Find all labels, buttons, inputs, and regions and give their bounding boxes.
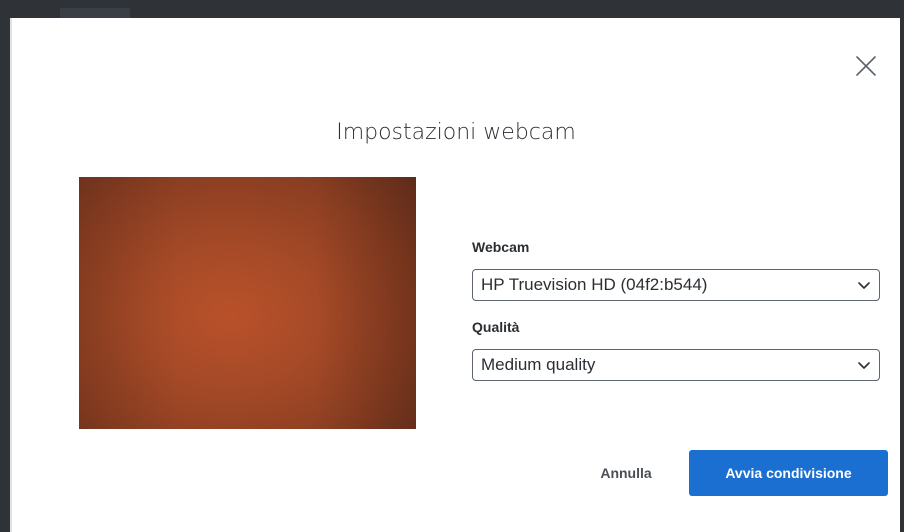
webcam-settings-dialog: Impostazioni webcam Webcam HP Truevision…	[10, 18, 900, 532]
quality-select[interactable]: Medium quality	[472, 349, 880, 381]
cancel-button[interactable]: Annulla	[576, 450, 676, 496]
chevron-down-icon	[858, 282, 870, 289]
close-button[interactable]	[852, 52, 880, 80]
webcam-select[interactable]: HP Truevision HD (04f2:b544)	[472, 269, 880, 301]
quality-select-value: Medium quality	[481, 355, 596, 374]
start-sharing-button[interactable]: Avvia condivisione	[689, 450, 888, 496]
dialog-title: Impostazioni webcam	[336, 120, 576, 145]
webcam-preview	[79, 177, 416, 429]
chevron-down-icon	[858, 362, 870, 369]
webcam-select-value: HP Truevision HD (04f2:b544)	[481, 275, 708, 294]
close-icon	[856, 56, 876, 76]
quality-label: Qualità	[472, 319, 520, 335]
webcam-label: Webcam	[472, 239, 530, 255]
background-app-strip	[60, 8, 130, 18]
